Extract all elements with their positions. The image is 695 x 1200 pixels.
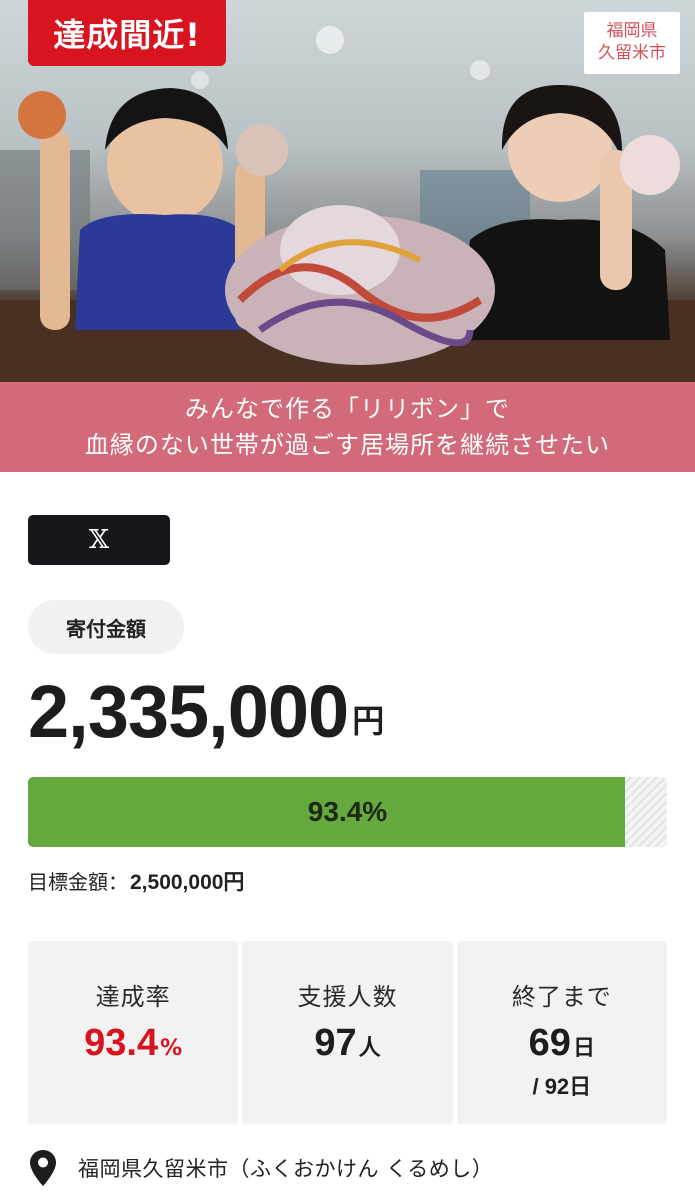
hero-caption-line-1: みんなで作る「リリボン」で — [185, 395, 510, 423]
stat-achievement-rate-value: 93.4 — [84, 1022, 159, 1064]
stat-days-remaining: 終了まで 69 日 / 92日 — [456, 941, 667, 1124]
stats-panel: 達成率 93.4 % 支援人数 97 人 終了まで 69 日 / 92日 — [28, 941, 667, 1124]
stat-achievement-rate-label: 達成率 — [95, 983, 171, 1011]
location-text: 福岡県久留米市（ふくおかけん くるめし） — [78, 1157, 494, 1181]
hero-caption: みんなで作る「リリボン」で 血縁のない世帯が過ごす居場所を継続させたい — [0, 382, 695, 472]
stat-supporters-unit: 人 — [358, 1036, 381, 1061]
stat-supporters: 支援人数 97 人 — [242, 941, 453, 1124]
city-badge-city: 久留米市 — [598, 43, 666, 63]
stat-achievement-rate-unit: % — [160, 1036, 183, 1061]
donation-amount-label: 寄付金額 — [28, 600, 184, 654]
goal-amount-value: 2,500,000円 — [130, 871, 245, 894]
goal-amount: 目標金額： 2,500,000円 — [28, 866, 244, 896]
donation-amount-value: 2,335,000 — [28, 670, 349, 753]
city-badge: 福岡県 久留米市 — [584, 12, 680, 74]
stat-supporters-value: 97 — [314, 1022, 357, 1064]
location-row: 福岡県久留米市（ふくおかけん くるめし） — [30, 1150, 493, 1186]
stat-achievement-rate: 達成率 93.4 % — [28, 941, 239, 1124]
location-pin-icon — [30, 1150, 56, 1186]
hero-banner: 達成間近! 福岡県 久留米市 みんなで作る「リリボン」で 血縁のない世帯が過ごす… — [0, 0, 695, 472]
stat-days-remaining-unit: 日 — [572, 1036, 595, 1061]
stat-days-remaining-value: 69 — [528, 1022, 571, 1064]
near-goal-badge: 達成間近! — [28, 0, 226, 66]
share-x-button[interactable]: 𝕏 — [28, 515, 170, 565]
progress-bar: 93.4% — [28, 777, 667, 847]
donation-amount-unit: 円 — [352, 702, 385, 740]
stat-supporters-label: 支援人数 — [297, 983, 398, 1011]
x-logo-icon: 𝕏 — [88, 525, 110, 555]
progress-bar-percent: 93.4% — [307, 796, 388, 827]
stat-days-total: / 92日 — [532, 1074, 592, 1099]
goal-amount-label: 目標金額： — [28, 870, 128, 894]
hero-caption-line-2: 血縁のない世帯が過ごす居場所を継続させたい — [84, 431, 611, 459]
donation-amount: 2,335,000 円 — [28, 672, 384, 752]
city-badge-prefecture: 福岡県 — [606, 21, 658, 41]
stat-days-remaining-label: 終了まで — [511, 983, 612, 1011]
